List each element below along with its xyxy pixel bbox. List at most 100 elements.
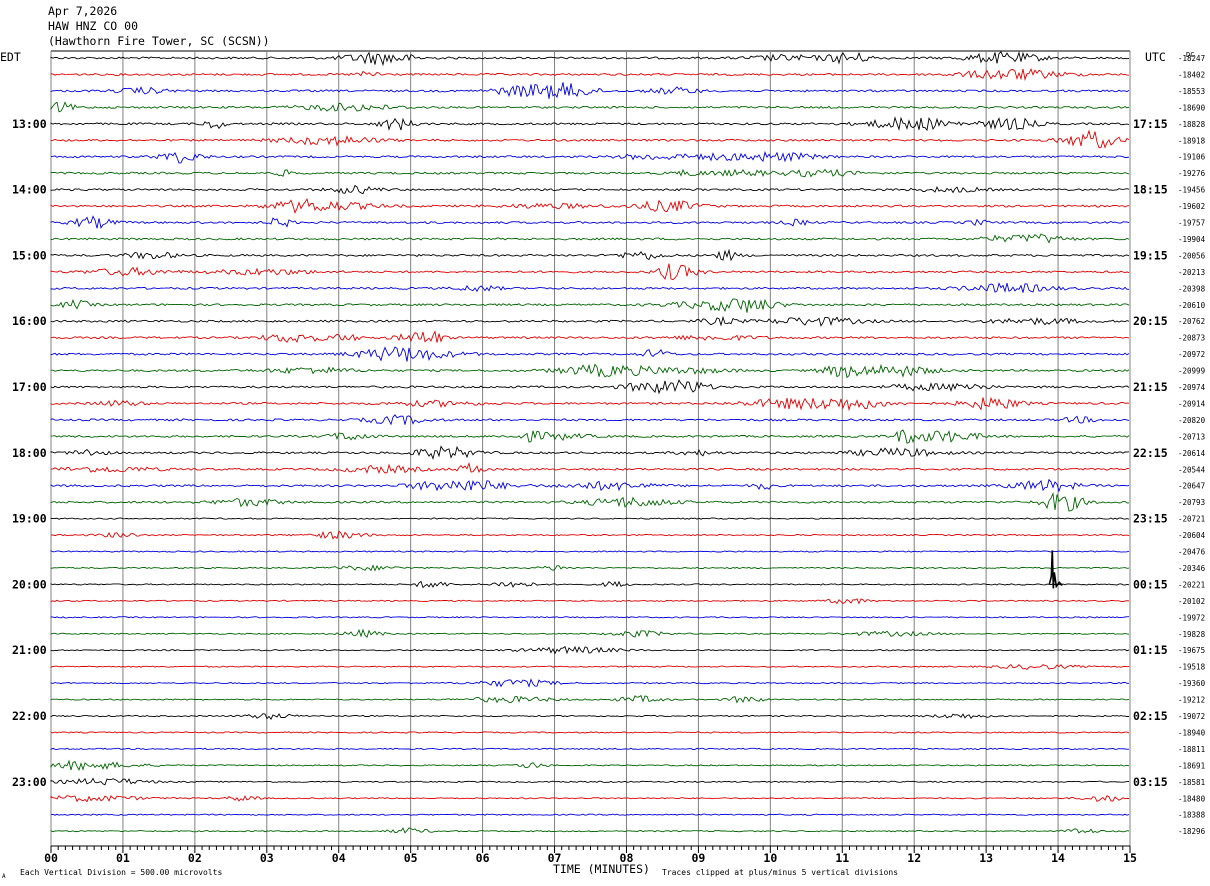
left-hour-label: 18:00 (12, 446, 47, 460)
trace-row-8 (50, 184, 1130, 195)
left-hour-label: 22:00 (12, 709, 47, 723)
tick-layer (50, 845, 1131, 853)
dc-offset-label: -20604 (1178, 531, 1206, 540)
dc-offset-label: -18940 (1178, 728, 1206, 737)
trace-row-7 (50, 168, 1130, 178)
trace-row-11 (50, 233, 1130, 244)
x-tick-label: 10 (763, 851, 777, 865)
x-tick-label: 11 (835, 851, 849, 865)
x-tick-label: 14 (1051, 851, 1065, 865)
left-hour-label: 16:00 (12, 314, 47, 328)
dc-offset-label: -20398 (1178, 284, 1206, 293)
trace-row-17 (50, 330, 1130, 344)
trace-row-28 (50, 517, 1130, 520)
trace-row-30 (50, 550, 1130, 553)
trace-row-15 (50, 298, 1130, 313)
x-tick-label: 02 (188, 851, 202, 865)
dc-offset-label: -18690 (1178, 103, 1206, 112)
trace-row-14 (50, 282, 1129, 293)
clip-note: Traces clipped at plus/minus 5 vertical … (662, 868, 898, 877)
left-timezone-label: EDT (0, 50, 21, 64)
trace-row-16 (50, 315, 1130, 327)
dc-offset-label: -20793 (1178, 498, 1205, 507)
dc-offset-label: -20914 (1178, 399, 1206, 408)
right-hour-label: 22:15 (1133, 446, 1168, 460)
dc-offset-label: -19072 (1178, 712, 1205, 721)
trace-row-26 (50, 478, 1130, 493)
trace-row-44 (50, 777, 1130, 786)
x-tick-label: 15 (1123, 851, 1137, 865)
trace-row-40 (50, 713, 1129, 720)
trace-row-2 (50, 82, 1130, 99)
seismogram-chart: EDT UTC DC TIME (MINUTES) Each Vertical … (0, 50, 1206, 880)
dc-offset-label: -18828 (1178, 120, 1206, 129)
trace-row-13 (50, 263, 1130, 281)
dc-offset-label: -18402 (1178, 70, 1205, 79)
x-tick-label: 04 (332, 851, 346, 865)
dc-offset-label: -18811 (1178, 745, 1205, 754)
x-tick-label: 03 (260, 851, 274, 865)
trace-row-21 (50, 396, 1130, 412)
trace-row-3 (50, 101, 1130, 113)
label-layer: EDT UTC DC TIME (MINUTES) Each Vertical … (0, 50, 1206, 880)
trace-row-25 (50, 461, 1130, 475)
trace-row-46 (50, 813, 1130, 816)
trace-row-18 (50, 346, 1130, 362)
x-tick-label: 07 (548, 851, 562, 865)
dc-offset-label: -19276 (1178, 169, 1206, 178)
dc-offset-label: -20974 (1178, 383, 1206, 392)
trace-row-41 (50, 731, 1130, 734)
scale-note: Each Vertical Division = 500.00 microvol… (20, 868, 222, 877)
right-hour-label: 18:15 (1133, 183, 1168, 197)
dc-offset-label: -19757 (1178, 219, 1205, 228)
trace-row-9 (50, 198, 1130, 214)
dc-offset-label: -20056 (1178, 251, 1206, 260)
x-tick-label: 05 (404, 851, 418, 865)
x-tick-label: 00 (44, 851, 58, 865)
trace-row-5 (50, 129, 1130, 149)
trace-row-37 (50, 663, 1130, 670)
x-tick-label: 12 (907, 851, 921, 865)
right-hour-label: 23:15 (1133, 512, 1168, 526)
x-tick-label: 01 (116, 851, 130, 865)
trace-row-39 (50, 695, 1130, 704)
trace-row-43 (50, 759, 1130, 772)
dc-offset-label: -19456 (1178, 186, 1206, 195)
dc-offset-label: -18581 (1178, 778, 1205, 787)
x-tick-label: 09 (691, 851, 705, 865)
dc-offset-label: -20102 (1178, 597, 1205, 606)
event-spike (1048, 550, 1063, 589)
grid-layer (50, 50, 1131, 846)
trace-row-12 (50, 248, 1130, 262)
x-tick-label: 13 (979, 851, 993, 865)
x-tick-label: 06 (476, 851, 490, 865)
right-hour-label: 19:15 (1133, 248, 1168, 262)
trace-row-29 (51, 530, 1130, 540)
dc-offset-label: -20873 (1178, 334, 1205, 343)
dc-offset-label: -20610 (1178, 301, 1206, 310)
dc-offset-label: -20221 (1178, 580, 1205, 589)
dc-offset-label: -19972 (1178, 613, 1205, 622)
right-hour-label: 21:15 (1133, 380, 1168, 394)
dc-offset-label: -20820 (1178, 416, 1206, 425)
dc-offset-label: -18691 (1178, 761, 1205, 770)
dc-offset-label: -18480 (1178, 794, 1206, 803)
dc-offset-label: -19602 (1178, 202, 1205, 211)
left-hour-label: 15:00 (12, 248, 47, 262)
dc-offset-label: -19828 (1178, 630, 1206, 639)
right-hour-label: 03:15 (1133, 775, 1168, 789)
dc-offset-label: -20972 (1178, 350, 1205, 359)
trace-row-27 (50, 491, 1129, 512)
left-hour-label: 20:00 (12, 577, 47, 591)
right-hour-label: 02:15 (1133, 709, 1168, 723)
trace-row-6 (50, 150, 1130, 164)
trace-row-38 (50, 678, 1129, 688)
dc-offset-label: -20213 (1178, 268, 1205, 277)
left-hour-label: 23:00 (12, 775, 47, 789)
trace-row-1 (50, 68, 1130, 81)
trace-row-4 (50, 116, 1130, 132)
trace-row-32 (50, 580, 1130, 589)
dc-offset-label: -19675 (1178, 646, 1205, 655)
x-tick-label: 08 (620, 851, 634, 865)
trace-row-34 (50, 616, 1130, 619)
